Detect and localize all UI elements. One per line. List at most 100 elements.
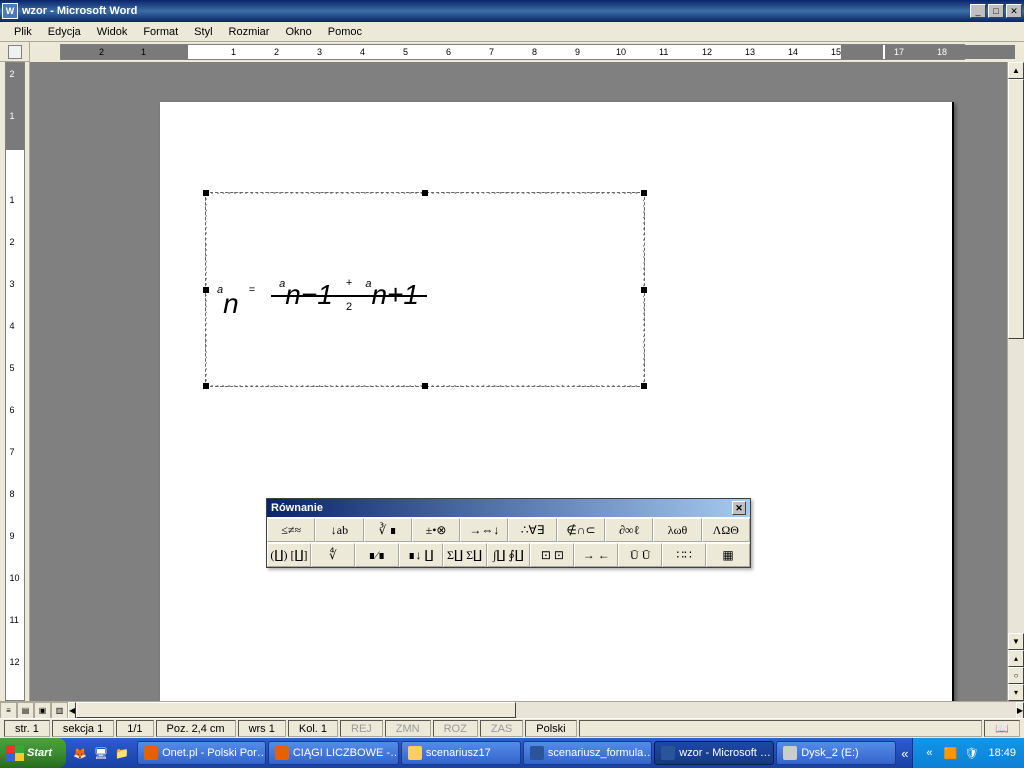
status-zas[interactable]: ZAS xyxy=(480,720,523,737)
outline-view-button[interactable]: ▥ xyxy=(51,702,68,719)
ql-firefox-icon[interactable]: 🦊 xyxy=(70,742,90,764)
doc-area[interactable]: an = an−1 + an+1 2 Równanie xyxy=(30,62,1007,701)
scroll-down-button[interactable]: ▼ xyxy=(1008,633,1024,650)
menu-plik[interactable]: Plik xyxy=(6,24,40,40)
equation-object[interactable]: an = an−1 + an+1 2 xyxy=(205,192,645,387)
prev-page-button[interactable]: ▴ xyxy=(1008,650,1024,667)
vruler-tick: 8 xyxy=(10,489,15,499)
tray-clock[interactable]: 18:49 xyxy=(988,747,1016,759)
taskbar-overflow-chevron[interactable]: « xyxy=(897,746,912,761)
eq-toolbar-title: Równanie xyxy=(271,502,323,514)
hruler-tick: 15 xyxy=(831,47,841,57)
vruler-tick: 6 xyxy=(10,405,15,415)
eq-btn-spaces[interactable]: ∛ ∎ xyxy=(364,518,412,542)
vruler-tick: 11 xyxy=(10,615,19,625)
task-ciagi[interactable]: CIĄGI LICZBOWE -… xyxy=(268,741,399,765)
eq-btn-matrix4[interactable]: ▦ xyxy=(706,543,750,567)
eq-btn-misc[interactable]: ∂∞ℓ xyxy=(605,518,653,542)
browse-object-button[interactable]: ○ xyxy=(1008,667,1024,684)
menu-widok[interactable]: Widok xyxy=(89,24,136,40)
eq-btn-logic[interactable]: ∴∀∃ xyxy=(508,518,556,542)
menu-bar: Plik Edycja Widok Format Styl Rozmiar Ok… xyxy=(0,22,1024,42)
hruler-tick: 8 xyxy=(532,47,537,57)
hruler-tick: 7 xyxy=(489,47,494,57)
scroll-up-button[interactable]: ▲ xyxy=(1008,62,1024,79)
menu-styl[interactable]: Styl xyxy=(186,24,220,40)
eq-btn-set[interactable]: ∉∩⊂ xyxy=(557,518,605,542)
eq-toolbar-title-bar[interactable]: Równanie ✕ xyxy=(267,499,750,517)
hscroll-thumb[interactable] xyxy=(76,702,516,718)
next-page-button[interactable]: ▾ xyxy=(1008,684,1024,701)
scroll-left-button[interactable]: ◀ xyxy=(68,702,76,719)
eq-btn-fraction[interactable]: ∎⁄∎ xyxy=(355,543,399,567)
status-rej[interactable]: REJ xyxy=(340,720,383,737)
vscroll-track[interactable] xyxy=(1008,79,1024,633)
drive-icon xyxy=(783,746,797,760)
scroll-right-button[interactable]: ▶ xyxy=(1016,702,1024,719)
status-zmn[interactable]: ZMN xyxy=(385,720,431,737)
menu-format[interactable]: Format xyxy=(135,24,186,40)
task-scenariusz17[interactable]: scenariusz17 xyxy=(401,741,521,765)
task-dysk2[interactable]: Dysk_2 (E:) xyxy=(776,741,896,765)
horizontal-scrollbar[interactable]: ◀ ▶ xyxy=(68,702,1024,718)
eq-btn-fences[interactable]: (∐) [∐] xyxy=(267,543,311,567)
hruler-tick: 17 xyxy=(894,47,904,57)
menu-pomoc[interactable]: Pomoc xyxy=(320,24,370,40)
print-view-button[interactable]: ▣ xyxy=(34,702,51,719)
eq-btn-arrows[interactable]: →⇔↓ xyxy=(460,518,508,542)
tray-shield-icon[interactable]: 🛡 xyxy=(963,745,979,761)
status-roz[interactable]: ROZ xyxy=(433,720,478,737)
maximize-button[interactable]: □ xyxy=(988,4,1004,18)
normal-view-button[interactable]: ≡ xyxy=(0,702,17,719)
horizontal-ruler[interactable]: 2 1 1 2 3 4 5 6 7 8 9 10 11 12 13 14 15 … xyxy=(30,42,1024,62)
task-wzor[interactable]: wzor - Microsoft … xyxy=(654,741,774,765)
ruler-corner[interactable] xyxy=(0,42,30,61)
eq-btn-matrix3[interactable]: ∷∷ xyxy=(662,543,706,567)
eq-btn-summation[interactable]: Σ∐ Σ∐ xyxy=(443,543,487,567)
eq-btn-embellish[interactable]: ↓ab xyxy=(315,518,363,542)
vertical-ruler[interactable]: 2 1 1 2 3 4 5 6 7 8 9 10 11 12 13 xyxy=(5,62,25,701)
eq-btn-radical[interactable]: ∜ xyxy=(311,543,355,567)
start-button[interactable]: Start xyxy=(0,738,66,768)
task-scenariusz-formula[interactable]: scenariusz_formula… xyxy=(523,741,652,765)
vruler-tick: 4 xyxy=(10,321,15,331)
eq-btn-labeled-arrow[interactable]: → ← xyxy=(574,543,618,567)
word-doc-icon: W xyxy=(2,3,18,19)
menu-rozmiar[interactable]: Rozmiar xyxy=(221,24,278,40)
view-buttons: ≡ ▤ ▣ ▥ xyxy=(0,702,68,718)
hruler-tick: 1 xyxy=(141,47,146,57)
vertical-scrollbar[interactable]: ▲ ▼ ▴ ○ ▾ xyxy=(1007,62,1024,701)
ql-desktop-icon[interactable]: 🖥 xyxy=(91,742,111,764)
status-book-icon[interactable]: 📖 xyxy=(984,720,1020,737)
equation-toolbar[interactable]: Równanie ✕ ≤≠≈ ↓ab ∛ ∎ ±•⊗ →⇔↓ ∴∀∃ ∉∩⊂ ∂… xyxy=(266,498,751,568)
vruler-tick: 12 xyxy=(10,657,20,667)
menu-okno[interactable]: Okno xyxy=(277,24,319,40)
vscroll-thumb[interactable] xyxy=(1008,79,1024,339)
web-view-button[interactable]: ▤ xyxy=(17,702,34,719)
close-button[interactable]: ✕ xyxy=(1006,4,1022,18)
workspace: 2 1 1 2 3 4 5 6 7 8 9 10 11 12 13 xyxy=(0,62,1024,701)
task-onet[interactable]: Onet.pl - Polski Por… xyxy=(137,741,266,765)
eq-btn-subscript[interactable]: ∎↓ ∐ xyxy=(399,543,443,567)
ql-app-icon[interactable]: 📁 xyxy=(112,742,132,764)
eq-btn-greek-lower[interactable]: λωθ xyxy=(653,518,701,542)
eq-btn-prod[interactable]: Ū Ū xyxy=(618,543,662,567)
tray-chevron-icon[interactable]: « xyxy=(921,745,937,761)
eq-btn-greek-upper[interactable]: ΛΩΘ xyxy=(702,518,750,542)
status-pages: 1/1 xyxy=(116,720,153,737)
hscroll-track[interactable] xyxy=(76,702,1016,718)
eq-btn-overbar[interactable]: ⊡ ⊡ xyxy=(530,543,574,567)
hruler-tick: 18 xyxy=(937,47,947,57)
equation-formula: an = an−1 + an+1 2 xyxy=(217,267,427,313)
eq-btn-operators[interactable]: ±•⊗ xyxy=(412,518,460,542)
firefox-icon xyxy=(144,746,158,760)
eq-btn-integral[interactable]: ∫∐ ∮∐ xyxy=(487,543,531,567)
menu-edycja[interactable]: Edycja xyxy=(40,24,89,40)
status-language[interactable]: Polski xyxy=(525,720,576,737)
hruler-tick: 6 xyxy=(446,47,451,57)
tray-app1-icon[interactable]: 🟧 xyxy=(942,745,958,761)
eq-btn-relations[interactable]: ≤≠≈ xyxy=(267,518,315,542)
page: an = an−1 + an+1 2 xyxy=(160,102,954,701)
eq-toolbar-close-button[interactable]: ✕ xyxy=(732,501,746,515)
minimize-button[interactable]: _ xyxy=(970,4,986,18)
